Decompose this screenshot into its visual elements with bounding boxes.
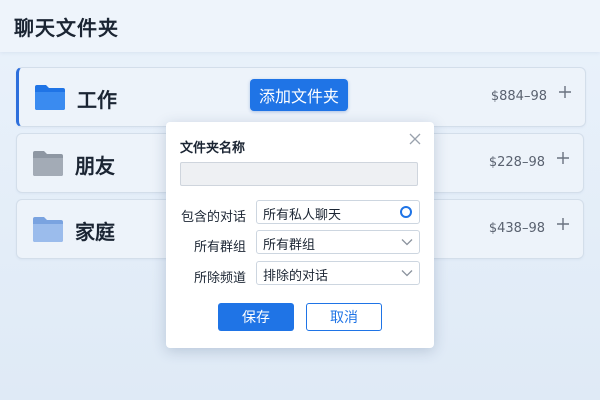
folder-icon [33, 151, 63, 176]
folder-name: 工作 [77, 88, 117, 112]
close-icon[interactable] [408, 132, 422, 146]
chevron-down-icon [401, 270, 413, 277]
folder-price: $228–98 [488, 155, 545, 170]
folder-icon [33, 217, 63, 242]
plus-icon[interactable] [555, 150, 571, 166]
excluded-channels-value: 排除的对话 [263, 269, 329, 284]
excluded-channels-label: 所除频道 [193, 271, 246, 286]
all-groups-select[interactable]: 所有群组 [256, 230, 420, 254]
cancel-button[interactable]: 取消 [306, 303, 382, 331]
plus-icon[interactable] [555, 216, 571, 232]
radio-icon[interactable] [400, 206, 412, 218]
included-chats-label: 包含的对话 [180, 210, 246, 225]
app-header: 聊天文件夹 [0, 0, 600, 52]
folder-icon [35, 85, 65, 110]
included-chats-select[interactable]: 所有私人聊天 [256, 200, 420, 224]
chevron-down-icon [401, 239, 413, 246]
save-button[interactable]: 保存 [218, 303, 294, 331]
folder-dialog: 文件夹名称 包含的对话 所有私人聊天 所有群组 所有群组 所除频道 排除的对话 … [166, 122, 434, 348]
folder-price: $438–98 [488, 221, 545, 236]
folder-price: $884–98 [490, 89, 547, 104]
all-groups-label: 所有群组 [193, 240, 246, 255]
page-title: 聊天文件夹 [14, 16, 119, 40]
folder-name-input[interactable] [180, 162, 418, 186]
included-chats-value: 所有私人聊天 [263, 208, 342, 223]
plus-icon[interactable] [557, 84, 573, 100]
add-folder-button[interactable]: 添加文件夹 [250, 79, 348, 111]
all-groups-value: 所有群组 [263, 238, 316, 253]
excluded-channels-select[interactable]: 排除的对话 [256, 261, 420, 285]
dialog-title: 文件夹名称 [180, 141, 246, 156]
folder-name: 朋友 [75, 154, 115, 178]
folder-name: 家庭 [75, 220, 115, 244]
